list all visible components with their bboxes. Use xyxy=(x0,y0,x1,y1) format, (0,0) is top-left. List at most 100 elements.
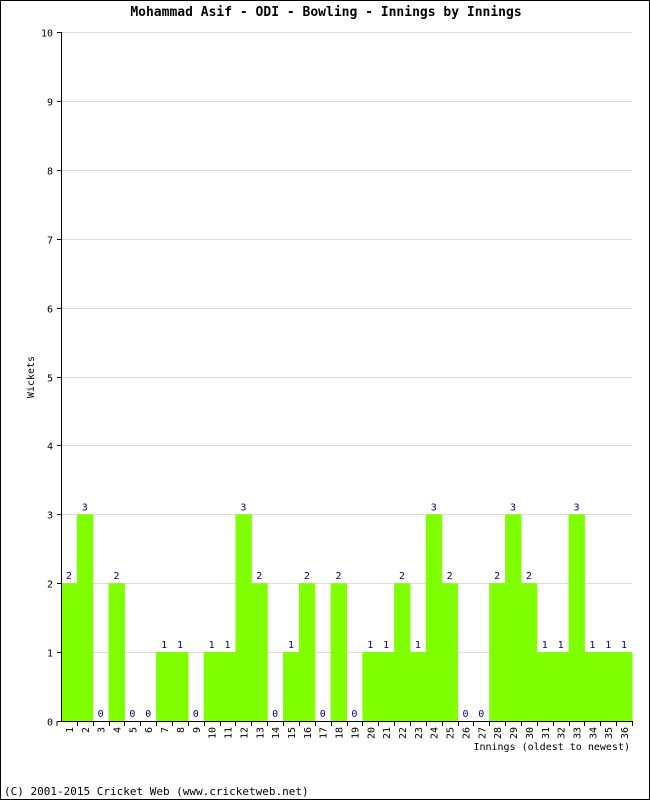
bar xyxy=(283,652,300,721)
y-tick-label: 9 xyxy=(47,98,53,109)
data-label: 2 xyxy=(66,571,72,582)
x-tick-label: 17 xyxy=(319,727,330,739)
x-tick-label: 36 xyxy=(620,727,631,739)
data-label: 2 xyxy=(399,571,405,582)
data-label: 2 xyxy=(336,571,342,582)
x-tick-label: 6 xyxy=(144,727,155,733)
data-label: 2 xyxy=(526,571,532,582)
data-label: 2 xyxy=(113,571,119,582)
data-label: 3 xyxy=(82,502,88,513)
data-label: 0 xyxy=(193,709,199,720)
x-tick-label: 9 xyxy=(192,727,203,733)
data-label: 1 xyxy=(605,640,611,651)
bar xyxy=(235,514,252,721)
data-label: 0 xyxy=(478,709,484,720)
x-tick-label: 26 xyxy=(461,727,472,739)
x-tick-label: 11 xyxy=(224,727,235,739)
bar xyxy=(378,652,395,721)
data-label: 1 xyxy=(558,640,564,651)
x-tick-label: 22 xyxy=(398,727,409,739)
bar xyxy=(251,583,268,721)
bar xyxy=(362,652,379,721)
bar xyxy=(616,652,633,721)
copyright-footer: (C) 2001-2015 Cricket Web (www.cricketwe… xyxy=(4,785,309,798)
data-label: 2 xyxy=(256,571,262,582)
data-label: 0 xyxy=(351,709,357,720)
x-tick-label: 27 xyxy=(477,727,488,739)
data-label: 0 xyxy=(320,709,326,720)
data-label: 1 xyxy=(367,640,373,651)
bar xyxy=(394,583,411,721)
x-tick-label: 10 xyxy=(208,727,219,739)
bar xyxy=(156,652,173,721)
bar xyxy=(584,652,601,721)
data-label: 1 xyxy=(589,640,595,651)
x-tick-label: 30 xyxy=(525,727,536,739)
bar xyxy=(489,583,506,721)
data-label: 3 xyxy=(573,502,579,513)
data-label: 0 xyxy=(145,709,151,720)
y-tick-label: 0 xyxy=(47,718,53,729)
data-label: 2 xyxy=(494,571,500,582)
data-label: 1 xyxy=(621,640,627,651)
y-tick-label: 2 xyxy=(47,580,53,591)
data-label: 1 xyxy=(225,640,231,651)
y-tick-label: 4 xyxy=(47,442,53,453)
x-tick-label: 23 xyxy=(414,727,425,739)
bar xyxy=(441,583,459,721)
bar xyxy=(172,652,189,721)
x-tick-label: 7 xyxy=(160,727,171,733)
bar xyxy=(61,583,78,721)
bar xyxy=(219,652,236,721)
data-label: 0 xyxy=(129,709,135,720)
x-tick-label: 15 xyxy=(287,727,298,739)
x-tick-label: 33 xyxy=(572,727,583,739)
x-tick-label: 13 xyxy=(255,727,266,739)
x-tick-label: 20 xyxy=(366,727,377,739)
x-tick-label: 8 xyxy=(176,727,187,733)
x-tick-label: 32 xyxy=(557,727,568,739)
bar xyxy=(409,652,427,721)
data-label: 1 xyxy=(288,640,294,651)
data-label: 3 xyxy=(510,502,516,513)
bar xyxy=(520,583,538,721)
bar xyxy=(76,514,94,721)
y-tick-label: 10 xyxy=(41,29,53,40)
x-tick-label: 28 xyxy=(493,727,504,739)
gridlines xyxy=(61,32,632,653)
bar xyxy=(298,583,316,721)
x-tick-label: 12 xyxy=(239,727,250,739)
y-tick-label: 6 xyxy=(47,305,53,316)
bar xyxy=(552,652,570,721)
x-tick-label: 24 xyxy=(430,727,441,739)
x-tick-label: 34 xyxy=(588,727,599,739)
data-label: 3 xyxy=(240,502,246,513)
data-label: 0 xyxy=(272,709,278,720)
data-label: 0 xyxy=(98,709,104,720)
y-tick-label: 5 xyxy=(47,374,53,385)
bar xyxy=(108,583,125,721)
y-tick-label: 1 xyxy=(47,649,53,660)
bars xyxy=(61,514,633,721)
data-label: 2 xyxy=(304,571,310,582)
bar xyxy=(568,514,585,721)
chart-frame: Mohammad Asif - ODI - Bowling - Innings … xyxy=(0,0,650,800)
data-label: 1 xyxy=(161,640,167,651)
x-tick-label: 25 xyxy=(446,727,457,739)
y-axis-title: Wickets xyxy=(26,356,37,398)
bar xyxy=(505,514,522,721)
data-label: 1 xyxy=(415,640,421,651)
x-tick-label: 2 xyxy=(81,727,92,733)
data-label: 3 xyxy=(431,502,437,513)
y-tick-labels: 0 1 2 3 4 5 6 7 8 9 10 xyxy=(41,29,53,729)
x-tick-labels: 1 2 3 4 5 6 7 8 9 10 11 12 13 14 15 16 17 18 19 20 21 22 23 24 2… xyxy=(65,727,631,739)
y-tick-label: 7 xyxy=(47,236,53,247)
data-label: 1 xyxy=(542,640,548,651)
x-tick-label: 3 xyxy=(97,727,108,733)
x-tick-label: 4 xyxy=(113,727,124,733)
data-label: 0 xyxy=(462,709,468,720)
x-tick-label: 14 xyxy=(271,727,282,739)
x-tick-label: 5 xyxy=(128,727,139,733)
data-label: 2 xyxy=(447,571,453,582)
x-tick-label: 19 xyxy=(350,727,361,739)
